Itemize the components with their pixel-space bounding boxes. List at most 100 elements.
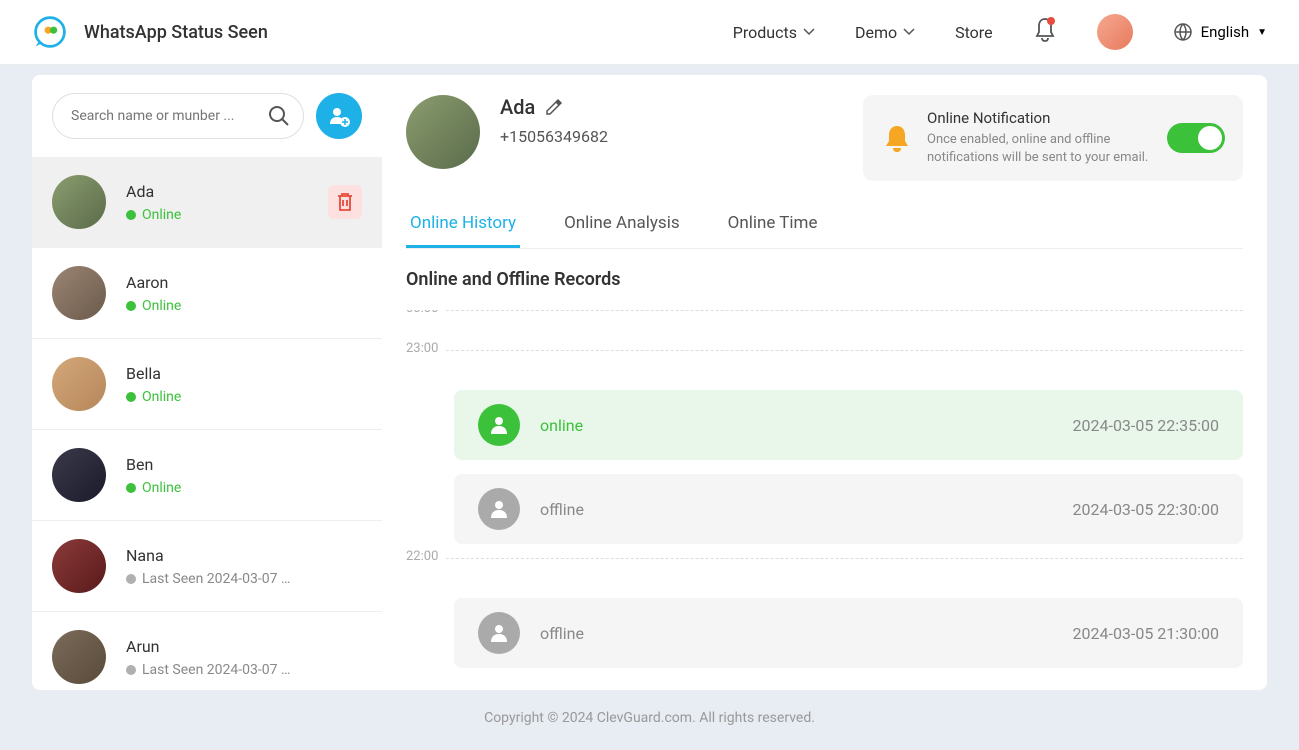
notifications-button[interactable] — [1033, 17, 1057, 47]
tab-online-time[interactable]: Online Time — [724, 201, 822, 248]
contacts-sidebar: Ada Online Aaron Online — [32, 75, 382, 690]
contact-item-aaron[interactable]: Aaron Online — [32, 248, 382, 339]
profile-name-row: Ada — [500, 95, 843, 119]
contact-avatar — [52, 175, 106, 229]
notification-description: Once enabled, online and offline notific… — [927, 131, 1153, 167]
record-timestamp: 2024-03-05 22:35:00 — [1073, 416, 1219, 435]
edit-icon[interactable] — [545, 98, 563, 116]
person-icon — [478, 612, 520, 654]
status-dot-online — [126, 392, 136, 402]
person-icon — [478, 404, 520, 446]
bell-alert-icon — [881, 122, 913, 154]
records-title: Online and Offline Records — [406, 269, 1243, 290]
footer: Copyright © 2024 ClevGuard.com. All righ… — [0, 690, 1299, 746]
contact-info: Ada Online — [126, 182, 328, 223]
contact-name: Nana — [126, 546, 362, 565]
contact-avatar — [52, 539, 106, 593]
contact-list: Ada Online Aaron Online — [32, 157, 382, 690]
record-status: online — [540, 416, 1073, 435]
record-row-online: online 2024-03-05 22:35:00 — [454, 390, 1243, 460]
contact-name: Ada — [126, 182, 328, 201]
search-bar — [32, 75, 382, 157]
chevron-down-icon — [803, 28, 815, 36]
contact-info: Nana Last Seen 2024-03-07 … — [126, 546, 362, 587]
record-row-offline: offline 2024-03-05 22:30:00 — [454, 474, 1243, 544]
status-text: Online — [142, 207, 181, 223]
time-label: 22:00 — [406, 558, 1243, 578]
record-timestamp: 2024-03-05 21:30:00 — [1073, 624, 1219, 643]
status-text: Last Seen 2024-03-07 … — [142, 571, 290, 587]
nav-items: Products Demo Store English ▼ — [733, 14, 1267, 50]
globe-icon — [1173, 22, 1193, 42]
contact-info: Bella Online — [126, 364, 362, 405]
app-title: WhatsApp Status Seen — [84, 22, 733, 43]
contact-avatar — [52, 448, 106, 502]
contact-name: Ben — [126, 455, 362, 474]
contact-avatar — [52, 630, 106, 684]
nav-products[interactable]: Products — [733, 23, 815, 42]
contact-status: Online — [126, 298, 362, 314]
timeline: 00:00 23:00 online 2024-03-05 22:35:00 o… — [406, 310, 1243, 670]
main-container: Ada Online Aaron Online — [0, 65, 1299, 690]
profile-avatar — [406, 95, 480, 169]
contact-item-arun[interactable]: Arun Last Seen 2024-03-07 … — [32, 612, 382, 690]
contact-item-ada[interactable]: Ada Online — [32, 157, 382, 248]
app-logo-icon — [32, 14, 68, 50]
contact-info: Aaron Online — [126, 273, 362, 314]
contact-status: Last Seen 2024-03-07 … — [126, 662, 362, 678]
language-label: English — [1201, 23, 1250, 41]
top-header: WhatsApp Status Seen Products Demo Store… — [0, 0, 1299, 65]
profile-name: Ada — [500, 95, 535, 119]
main-content: Ada +15056349682 Online Notification Onc… — [382, 75, 1267, 690]
contact-name: Bella — [126, 364, 362, 383]
profile-phone: +15056349682 — [500, 127, 843, 146]
toggle-knob — [1198, 126, 1222, 150]
status-dot-online — [126, 483, 136, 493]
contact-status: Online — [126, 480, 362, 496]
record-timestamp: 2024-03-05 22:30:00 — [1073, 500, 1219, 519]
status-dot-online — [126, 301, 136, 311]
contact-name: Aaron — [126, 273, 362, 292]
nav-products-label: Products — [733, 23, 797, 42]
caret-down-icon: ▼ — [1257, 27, 1267, 38]
trash-icon — [336, 192, 354, 212]
tab-online-history[interactable]: Online History — [406, 201, 520, 248]
status-text: Online — [142, 298, 181, 314]
record-status: offline — [540, 500, 1073, 519]
notification-title: Online Notification — [927, 109, 1153, 127]
status-dot-offline — [126, 574, 136, 584]
add-person-icon — [327, 104, 351, 128]
contact-avatar — [52, 266, 106, 320]
add-contact-button[interactable] — [316, 93, 362, 139]
record-row-offline: offline 2024-03-05 21:30:00 — [454, 598, 1243, 668]
notification-text: Online Notification Once enabled, online… — [927, 109, 1153, 167]
status-text: Last Seen 2024-03-07 … — [142, 662, 290, 678]
contact-status: Online — [126, 389, 362, 405]
nav-demo-label: Demo — [855, 23, 897, 42]
search-input[interactable] — [52, 93, 304, 139]
chevron-down-icon — [903, 28, 915, 36]
notification-settings: Online Notification Once enabled, online… — [863, 95, 1243, 181]
status-text: Online — [142, 480, 181, 496]
contact-item-bella[interactable]: Bella Online — [32, 339, 382, 430]
tab-online-analysis[interactable]: Online Analysis — [560, 201, 684, 248]
nav-store[interactable]: Store — [955, 23, 992, 42]
contact-item-ben[interactable]: Ben Online — [32, 430, 382, 521]
user-avatar[interactable] — [1097, 14, 1133, 50]
nav-demo[interactable]: Demo — [855, 23, 915, 42]
delete-contact-button[interactable] — [328, 185, 362, 219]
record-status: offline — [540, 624, 1073, 643]
tabs: Online History Online Analysis Online Ti… — [406, 201, 1243, 249]
status-dot-online — [126, 210, 136, 220]
time-label: 00:00 — [406, 310, 1243, 330]
contact-info: Arun Last Seen 2024-03-07 … — [126, 637, 362, 678]
time-label: 23:00 — [406, 350, 1243, 370]
notification-toggle[interactable] — [1167, 123, 1225, 153]
search-icon — [268, 105, 290, 127]
content-header: Ada +15056349682 Online Notification Onc… — [406, 95, 1243, 181]
status-dot-offline — [126, 665, 136, 675]
language-selector[interactable]: English ▼ — [1173, 22, 1267, 42]
notification-dot — [1047, 17, 1055, 25]
profile-info: Ada +15056349682 — [500, 95, 843, 146]
contact-item-nana[interactable]: Nana Last Seen 2024-03-07 … — [32, 521, 382, 612]
